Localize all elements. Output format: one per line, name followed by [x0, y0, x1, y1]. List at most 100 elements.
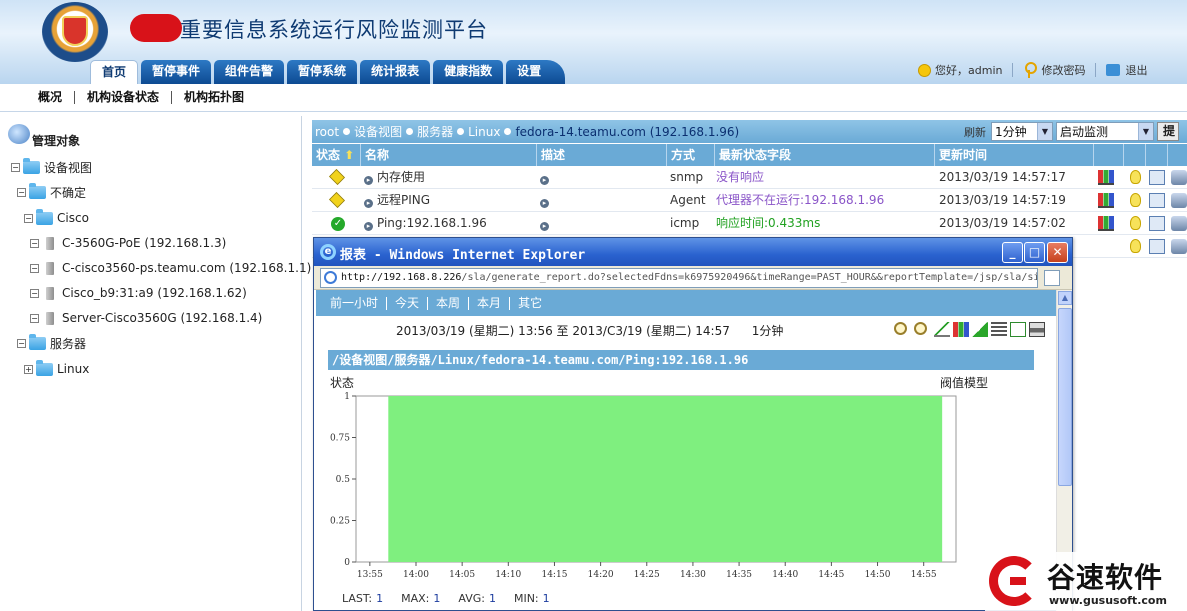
collapse-icon[interactable]: −	[30, 263, 39, 273]
tab-health-index[interactable]: 健康指数	[433, 60, 504, 84]
subnav-device-status[interactable]: 机构设备状态	[74, 91, 171, 104]
scroll-up-icon[interactable]: ▲	[1058, 291, 1072, 305]
col-updated[interactable]: 更新时间	[935, 144, 1094, 166]
row-name[interactable]: ▸ 远程PING	[364, 189, 430, 212]
collapse-icon[interactable]: −	[24, 213, 33, 223]
line-chart-icon[interactable]	[934, 322, 950, 337]
range-today[interactable]: 今天	[386, 296, 427, 310]
zoom-out-icon[interactable]	[914, 322, 927, 335]
arrow-right-icon: ▸	[364, 222, 373, 231]
database-icon[interactable]	[1171, 216, 1187, 231]
subnav-topology[interactable]: 机构拓扑图	[171, 91, 256, 104]
refresh-interval-select[interactable]: 1分钟 ▼	[991, 122, 1053, 141]
copy-icon[interactable]	[1149, 239, 1165, 254]
collapse-icon[interactable]: −	[30, 238, 39, 248]
tree-node-device[interactable]: − Cisco_b9:31:a9 (192.168.1.62)	[30, 286, 247, 300]
tree-node-servers[interactable]: − 服务器	[17, 334, 86, 352]
list-icon[interactable]	[991, 322, 1007, 337]
col-latest-state[interactable]: 最新状态字段	[715, 144, 935, 166]
tree-node-device[interactable]: − C-cisco3560-ps.teamu.com (192.168.1.1)	[30, 261, 311, 275]
tab-component-alarms[interactable]: 组件告警	[214, 60, 285, 84]
time-range-bar: 前一小时 今天 本周 本月 其它	[316, 290, 1056, 316]
bar-chart-icon[interactable]	[953, 322, 969, 337]
logout-link[interactable]: 退出	[1106, 62, 1147, 78]
crumb-linux[interactable]: Linux	[468, 125, 500, 139]
address-input[interactable]: http://192.168.8.226/sla/generate_report…	[320, 268, 1038, 288]
database-icon[interactable]	[1171, 193, 1187, 208]
copy-icon[interactable]	[1149, 170, 1165, 185]
stat-last: LAST: 1	[342, 592, 383, 605]
row-desc[interactable]: ▸	[540, 189, 553, 212]
bulb-icon[interactable]	[1130, 239, 1141, 253]
crumb-current: fedora-14.teamu.com (192.168.1.96)	[515, 124, 740, 139]
crumb-servers[interactable]: 服务器	[417, 123, 453, 140]
tree-node-label: C-cisco3560-ps.teamu.com (192.168.1.1)	[62, 261, 312, 275]
logout-label: 退出	[1125, 64, 1148, 77]
copy-icon[interactable]	[1149, 193, 1165, 208]
tree-node-linux[interactable]: + Linux	[24, 359, 89, 376]
row-name[interactable]: ▸ Ping:192.168.1.96	[364, 212, 487, 235]
popup-title: 报表 - Windows Internet Explorer	[340, 248, 586, 263]
crumb-device-view[interactable]: 设备视图	[354, 123, 402, 140]
tree-node-device[interactable]: − Server-Cisco3560G (192.168.1.4)	[30, 311, 262, 325]
minimize-button[interactable]: _	[1002, 242, 1023, 263]
chart-icon[interactable]	[1098, 170, 1114, 185]
zoom-in-icon[interactable]	[894, 322, 907, 335]
expand-icon[interactable]: +	[24, 364, 33, 374]
range-this-week[interactable]: 本周	[427, 296, 468, 310]
collapse-icon[interactable]: −	[30, 313, 39, 323]
submit-button[interactable]: 提	[1157, 122, 1179, 141]
database-icon[interactable]	[1171, 170, 1187, 185]
scroll-thumb[interactable]	[1058, 308, 1072, 486]
tab-paused-events[interactable]: 暂停事件	[141, 60, 212, 84]
stat-avg: AVG: 1	[458, 592, 496, 605]
tree-node-cisco[interactable]: − Cisco	[24, 208, 89, 225]
crumb-root[interactable]: root	[315, 125, 339, 139]
col-method[interactable]: 方式	[667, 144, 715, 166]
table-row[interactable]: ✓ ▸ Ping:192.168.1.96 ▸ icmp 响应时间:0.433ms…	[312, 212, 1187, 235]
tree-root[interactable]: 管理对象	[8, 124, 80, 148]
range-this-month[interactable]: 本月	[468, 296, 509, 310]
change-password-link[interactable]: 修改密码	[1023, 62, 1085, 78]
col-status[interactable]: 状态 ⬆	[312, 144, 361, 166]
refresh-interval-value: 1分钟	[995, 125, 1027, 139]
divider	[1012, 63, 1014, 77]
row-name[interactable]: ▸ 内存使用	[364, 166, 425, 189]
tab-paused-systems[interactable]: 暂停系统	[287, 60, 358, 84]
collapse-icon[interactable]: −	[17, 188, 26, 197]
database-icon[interactable]	[1171, 239, 1187, 254]
collapse-icon[interactable]: −	[17, 339, 26, 348]
bulb-icon[interactable]	[1130, 193, 1141, 207]
go-icon[interactable]	[1044, 270, 1060, 286]
table-row[interactable]: ▸ 远程PING ▸ Agent 代理器不在运行:192.168.1.96 201…	[312, 189, 1187, 212]
area-chart-icon[interactable]	[972, 322, 988, 337]
print-icon[interactable]	[1029, 322, 1045, 337]
tab-settings[interactable]: 设置	[506, 60, 566, 84]
row-desc[interactable]: ▸	[540, 212, 553, 235]
range-last-hour[interactable]: 前一小时	[330, 296, 386, 310]
copy-icon[interactable]	[1149, 216, 1165, 231]
table-row[interactable]: ▸ 内存使用 ▸ snmp 没有响应 2013/03/19 14:57:17	[312, 166, 1187, 189]
tree-node-device[interactable]: − C-3560G-PoE (192.168.1.3)	[30, 236, 226, 250]
tab-home[interactable]: 首页	[90, 60, 139, 84]
chart-icon[interactable]	[1098, 193, 1114, 208]
x-tick-label: 14:15	[541, 570, 567, 580]
chart-icon[interactable]	[1098, 216, 1114, 231]
tree-node-uncertain[interactable]: − 不确定	[17, 183, 86, 201]
close-button[interactable]: ✕	[1047, 242, 1068, 263]
col-name[interactable]: 名称	[361, 144, 537, 166]
tree-node-device-view[interactable]: − 设备视图	[11, 158, 92, 176]
range-other[interactable]: 其它	[509, 296, 550, 310]
popup-titlebar[interactable]: e 报表 - Windows Internet Explorer _ □ ✕	[314, 238, 1072, 266]
export-icon[interactable]	[1010, 322, 1026, 337]
maximize-button[interactable]: □	[1024, 242, 1045, 263]
bulb-icon[interactable]	[1130, 170, 1141, 184]
bulb-icon[interactable]	[1130, 216, 1141, 230]
subnav-overview[interactable]: 概况	[38, 91, 74, 104]
collapse-icon[interactable]: −	[30, 288, 39, 298]
tab-statistics-reports[interactable]: 统计报表	[360, 60, 431, 84]
row-desc[interactable]: ▸	[540, 166, 553, 189]
col-description[interactable]: 描述	[537, 144, 667, 166]
monitor-mode-select[interactable]: 启动监测 ▼	[1056, 122, 1154, 141]
collapse-icon[interactable]: −	[11, 163, 20, 172]
